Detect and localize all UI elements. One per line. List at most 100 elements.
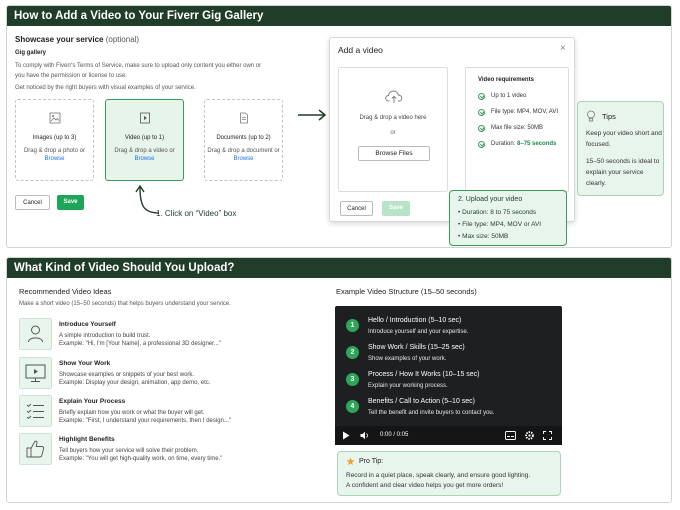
- video-drop-zone[interactable]: Drag & drop a video here or Browse Files: [338, 67, 448, 192]
- documents-box-text: Drag & drop a document or: [207, 148, 280, 154]
- modal-cancel-button[interactable]: Cancel: [340, 201, 373, 216]
- star-icon: [346, 457, 355, 466]
- drop-text: Drag & drop a video here: [359, 115, 427, 121]
- cancel-button[interactable]: Cancel: [15, 195, 50, 210]
- upload-step-title: 2. Upload your video: [458, 196, 523, 203]
- structure-title: Example Video Structure (15–50 seconds): [336, 287, 477, 296]
- idea-icon-box: [19, 395, 52, 427]
- upload-step-item: • Max size: 50MB: [458, 233, 509, 240]
- requirement-item: Max file size: 50MB: [478, 120, 568, 136]
- requirement-item: Up to 1 video: [478, 88, 568, 104]
- checklist-icon: [26, 403, 44, 420]
- modal-save-button[interactable]: Save: [382, 201, 410, 216]
- gallery-text-3: Get noticed by the right buyers with vis…: [15, 85, 196, 91]
- right-arrow-icon: [298, 109, 327, 121]
- modal-title: Add a video: [338, 45, 383, 55]
- thumbs-up-icon: [26, 440, 45, 458]
- video-box-title: Video (up to 1): [124, 135, 165, 141]
- video-browse-link[interactable]: Browse: [106, 156, 183, 162]
- idea-title: Introduce Yourself: [59, 321, 116, 328]
- recommended-subtitle: Make a short video (15–50 seconds) that …: [19, 301, 231, 307]
- step-title: Show Work / Skills (15–25 sec): [368, 344, 465, 351]
- check-circle-icon: [478, 140, 485, 148]
- idea-desc-2: Example: "Hi, I'm [Your Name], a profess…: [59, 341, 221, 347]
- video-requirements-panel: Video requirements Up to 1 video File ty…: [465, 67, 569, 192]
- idea-desc-1: Showcase examples or snippets of your be…: [59, 372, 195, 378]
- check-circle-icon: [478, 92, 485, 100]
- gear-icon[interactable]: [525, 431, 534, 440]
- gallery-text-2: you have the permission or license to us…: [15, 73, 128, 79]
- images-box-title: Images (up to 3): [32, 135, 77, 141]
- video-file-icon: [139, 112, 150, 124]
- upload-step-item: • Duration: 8 to 75 seconds: [458, 209, 537, 216]
- step-desc: Tell the benefit and invite buyers to co…: [368, 410, 495, 416]
- pro-tip-title: Pro Tip:: [359, 458, 384, 465]
- requirement-duration: Duration: 8–75 seconds: [478, 136, 568, 152]
- step-title: Hello / Introduction (5–10 sec): [368, 317, 462, 324]
- idea-title: Explain Your Process: [59, 398, 126, 405]
- step-desc: Explain your working process.: [368, 383, 448, 389]
- how-to-section: How to Add a Video to Your Fiverr Gig Ga…: [6, 5, 672, 248]
- lightbulb-icon: [587, 110, 595, 122]
- captions-icon[interactable]: [505, 431, 516, 440]
- idea-icon-box: [19, 357, 52, 389]
- documents-upload-box[interactable]: Documents (up to 2) Drag & drop a docume…: [204, 99, 283, 181]
- recommended-title: Recommended Video Ideas: [19, 287, 112, 296]
- video-box-text: Drag & drop a video or: [114, 148, 175, 154]
- idea-title: Show Your Work: [59, 360, 111, 367]
- click-hint: 1. Click on “Video” box: [156, 209, 237, 218]
- documents-box-title: Documents (up to 2): [216, 135, 271, 141]
- idea-desc-2: Example: "First, I understand your requi…: [59, 418, 232, 424]
- image-icon: [49, 112, 60, 124]
- step-number: 4: [346, 400, 359, 413]
- check-circle-icon: [478, 124, 485, 132]
- fullscreen-icon[interactable]: [543, 431, 552, 440]
- gallery-text-1: To comply with Fiverr's Terms of Service…: [15, 63, 262, 69]
- player-controls: 0:00 / 0:05: [335, 426, 562, 445]
- step-desc: Introduce yourself and your expertise.: [368, 329, 469, 335]
- check-circle-icon: [478, 108, 485, 116]
- monitor-icon: [25, 364, 46, 382]
- requirements-title: Video requirements: [478, 77, 534, 83]
- volume-icon[interactable]: [360, 431, 370, 440]
- step-number: 3: [346, 373, 359, 386]
- tips-text-1: Keep your video short and focused.: [586, 130, 662, 148]
- section-header: What Kind of Video Should You Upload?: [7, 258, 671, 278]
- pro-tip-header: Pro Tip:: [346, 457, 560, 466]
- close-icon[interactable]: ×: [560, 43, 566, 54]
- or-text: or: [390, 130, 396, 136]
- images-upload-box[interactable]: Images (up to 3) Drag & drop a photo or …: [15, 99, 94, 181]
- cloud-upload-icon: [385, 90, 403, 103]
- tips-text-2: 15–50 seconds is ideal to explain your s…: [586, 158, 660, 187]
- user-icon: [28, 325, 43, 343]
- pro-tip-text-2: A confident and clear video helps you ge…: [346, 482, 504, 489]
- tips-card: Tips Keep your video short and focused. …: [577, 101, 664, 196]
- pro-tip-text-1: Record in a quiet place, speak clearly, …: [346, 472, 531, 479]
- player-time: 0:00 / 0:05: [380, 432, 409, 438]
- save-button[interactable]: Save: [57, 195, 84, 210]
- idea-desc-1: A simple introduction to build trust.: [59, 333, 151, 339]
- browse-files-button[interactable]: Browse Files: [358, 146, 430, 161]
- images-browse-link[interactable]: Browse: [16, 156, 93, 162]
- images-box-text: Drag & drop a photo or: [23, 148, 86, 154]
- section-header: How to Add a Video to Your Fiverr Gig Ga…: [7, 6, 671, 26]
- pro-tip-card: Pro Tip: Record in a quiet place, speak …: [337, 451, 561, 496]
- showcase-optional: (optional): [105, 35, 140, 44]
- documents-browse-link[interactable]: Browse: [205, 156, 282, 162]
- idea-icon-box: [19, 318, 52, 350]
- idea-icon-box: [19, 433, 52, 465]
- upload-step-item: • File type: MP4, MOV or AVI: [458, 221, 542, 228]
- play-icon[interactable]: [342, 431, 350, 440]
- step-number: 1: [346, 319, 359, 332]
- upload-step-callout: 2. Upload your video • Duration: 8 to 75…: [449, 190, 567, 246]
- requirement-item: File type: MP4, MOV, AVI: [478, 104, 568, 120]
- showcase-title: Showcase your service: [15, 35, 104, 44]
- idea-title: Highlight Benefits: [59, 436, 115, 443]
- video-player[interactable]: 1 Hello / Introduction (5–10 sec) Introd…: [335, 306, 562, 445]
- video-upload-box[interactable]: Video (up to 1) Drag & drop a video or B…: [105, 99, 184, 181]
- tips-title: Tips: [602, 111, 616, 121]
- idea-desc-2: Example: Display your design, animation,…: [59, 380, 211, 386]
- idea-desc-1: Briefly explain how you work or what the…: [59, 410, 205, 416]
- tips-header: Tips: [586, 110, 663, 122]
- showcase-heading: Showcase your service (optional): [15, 35, 139, 44]
